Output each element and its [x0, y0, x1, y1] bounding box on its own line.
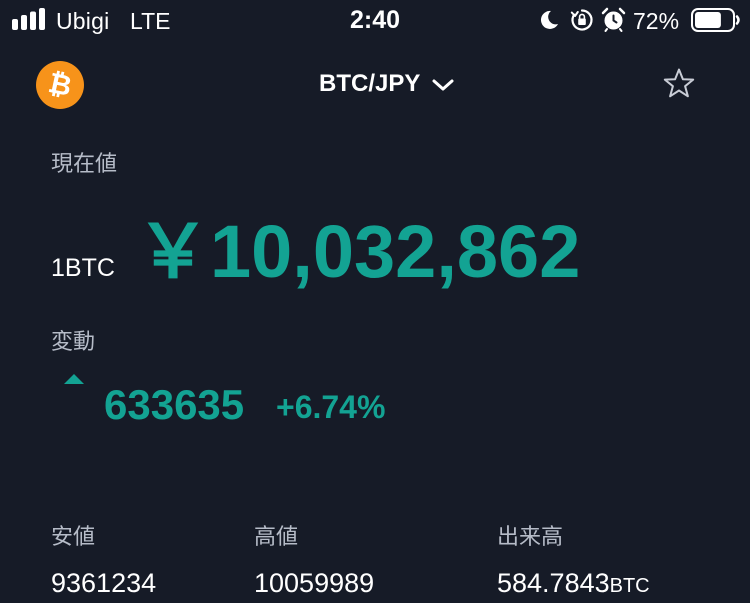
- chevron-down-icon: [432, 79, 454, 91]
- price-unit-label: 1BTC: [51, 254, 115, 282]
- volume-label: 出来高: [497, 524, 564, 549]
- moon-icon: [540, 10, 558, 29]
- up-triangle-icon: [64, 374, 84, 384]
- low-price-value: 9361234: [51, 568, 157, 598]
- volume-value: 584.7843BTC: [497, 566, 650, 603]
- current-price-label: 現在値: [51, 151, 118, 176]
- high-price-value: 10059989: [254, 568, 375, 598]
- bitcoin-icon: ₿: [36, 61, 84, 109]
- high-price-label: 高値: [254, 524, 299, 549]
- star-icon[interactable]: [662, 67, 696, 101]
- alarm-icon: [601, 7, 626, 32]
- change-amount: 633635: [104, 381, 245, 428]
- change-percent: +6.74%: [276, 389, 386, 425]
- battery-percent: 72%: [633, 8, 680, 34]
- rotation-lock-icon: [570, 9, 593, 31]
- volume-unit: BTC: [609, 575, 650, 597]
- currency-pair-selector[interactable]: BTC/JPY: [300, 64, 480, 104]
- currency-pair-label: BTC/JPY: [319, 70, 421, 97]
- volume-amount: 584.7843: [497, 568, 610, 598]
- low-price-label: 安値: [51, 524, 96, 549]
- status-bar: Ubigi LTE 2:40 72%: [0, 0, 750, 40]
- battery-icon: [691, 8, 740, 32]
- change-label: 変動: [51, 329, 96, 354]
- current-price-value: ￥10,032,862: [136, 210, 581, 293]
